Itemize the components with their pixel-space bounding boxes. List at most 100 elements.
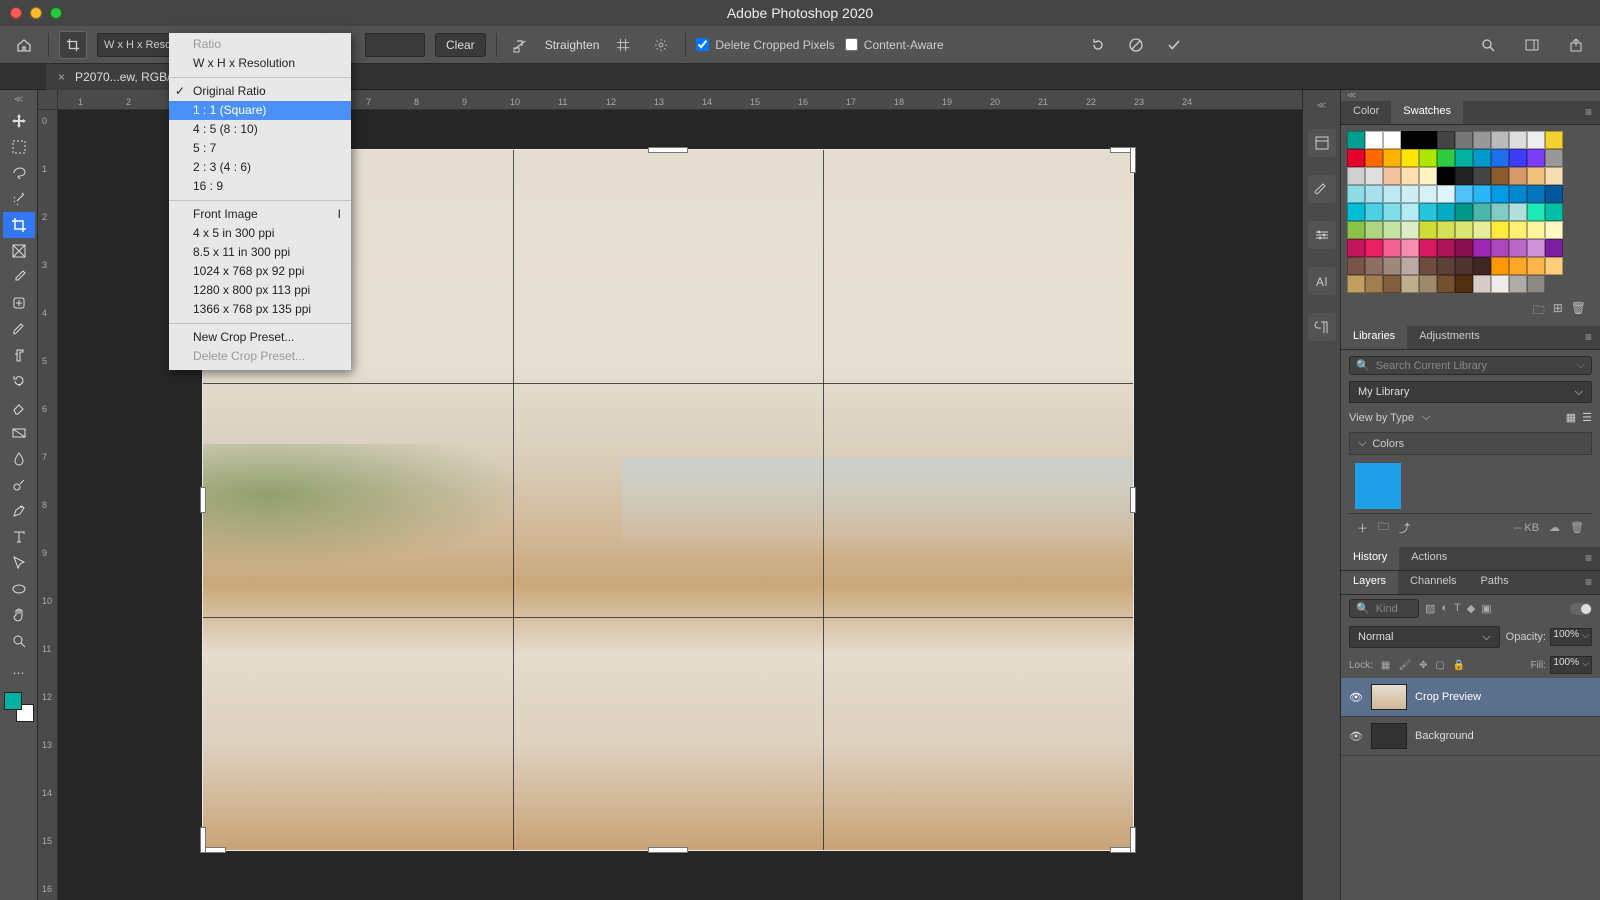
workspace-switcher-icon[interactable] bbox=[1518, 31, 1546, 59]
swatch[interactable] bbox=[1383, 239, 1401, 257]
swatch[interactable] bbox=[1455, 203, 1473, 221]
dodge-tool[interactable] bbox=[3, 472, 35, 498]
swatch[interactable] bbox=[1455, 185, 1473, 203]
tab-history[interactable]: History bbox=[1341, 547, 1399, 570]
swatch[interactable] bbox=[1509, 221, 1527, 239]
blend-mode-select[interactable]: Normal⌵ bbox=[1349, 626, 1500, 648]
clone-tool[interactable] bbox=[3, 342, 35, 368]
swatch[interactable] bbox=[1401, 149, 1419, 167]
ratio-menu-item[interactable]: 2 : 3 (4 : 6) bbox=[169, 158, 351, 177]
swatch[interactable] bbox=[1545, 257, 1563, 275]
ratio-menu-item[interactable]: 1366 x 768 px 135 ppi bbox=[169, 300, 351, 319]
swatch[interactable] bbox=[1509, 275, 1527, 293]
swatch[interactable] bbox=[1437, 239, 1455, 257]
healing-tool[interactable] bbox=[3, 290, 35, 316]
swatch[interactable] bbox=[1455, 275, 1473, 293]
swatch[interactable] bbox=[1437, 221, 1455, 239]
ratio-menu-item[interactable]: 4 : 5 (8 : 10) bbox=[169, 120, 351, 139]
swatch[interactable] bbox=[1419, 167, 1437, 185]
library-viewby-label[interactable]: View by Type bbox=[1349, 412, 1414, 424]
swatch[interactable] bbox=[1365, 239, 1383, 257]
layer-row[interactable]: 👁Crop Preview bbox=[1341, 678, 1600, 717]
brushes-panel-icon[interactable] bbox=[1308, 175, 1336, 203]
swatch[interactable] bbox=[1401, 203, 1419, 221]
swatch-new-icon[interactable]: ⊞ bbox=[1553, 301, 1563, 322]
lock-position-icon[interactable]: ✥ bbox=[1419, 660, 1427, 671]
tab-layers[interactable]: Layers bbox=[1341, 571, 1398, 594]
library-color-asset[interactable] bbox=[1355, 463, 1401, 509]
swatch[interactable] bbox=[1455, 167, 1473, 185]
ratio-menu-wxhres[interactable]: W x H x Resolution bbox=[169, 54, 351, 73]
ruler-origin[interactable] bbox=[38, 90, 58, 110]
lock-paint-icon[interactable]: 🖌 bbox=[1398, 660, 1411, 671]
swatch[interactable] bbox=[1437, 149, 1455, 167]
swatch[interactable] bbox=[1383, 167, 1401, 185]
cancel-crop-button[interactable] bbox=[1122, 31, 1150, 59]
swatch[interactable] bbox=[1419, 149, 1437, 167]
search-icon[interactable] bbox=[1474, 31, 1502, 59]
filter-pixel-icon[interactable]: ▧ bbox=[1425, 602, 1435, 615]
swatch[interactable] bbox=[1545, 167, 1563, 185]
brush-tool[interactable] bbox=[3, 316, 35, 342]
layer-name[interactable]: Background bbox=[1415, 730, 1474, 742]
swatch[interactable] bbox=[1419, 221, 1437, 239]
ratio-menu-item[interactable]: 1 : 1 (Square) bbox=[169, 101, 351, 120]
tab-libraries[interactable]: Libraries bbox=[1341, 326, 1407, 349]
swatch[interactable] bbox=[1419, 203, 1437, 221]
swatch[interactable] bbox=[1419, 239, 1437, 257]
swatch[interactable] bbox=[1491, 185, 1509, 203]
swatch[interactable] bbox=[1365, 185, 1383, 203]
swatch[interactable] bbox=[1419, 131, 1437, 149]
library-add-icon[interactable]: ＋ bbox=[1357, 520, 1368, 536]
crop-height-field[interactable] bbox=[365, 33, 425, 57]
swatch[interactable] bbox=[1365, 257, 1383, 275]
ratio-menu-item[interactable]: 4 x 5 in 300 ppi bbox=[169, 224, 351, 243]
layer-thumbnail[interactable] bbox=[1371, 684, 1407, 710]
swatch[interactable] bbox=[1455, 221, 1473, 239]
chevron-down-icon[interactable]: ⌵ bbox=[1577, 359, 1585, 372]
cloud-icon[interactable]: ☁ bbox=[1549, 521, 1560, 534]
swatch[interactable] bbox=[1419, 257, 1437, 275]
panel-menu-icon[interactable]: ≡ bbox=[1577, 547, 1600, 570]
swatch[interactable] bbox=[1365, 149, 1383, 167]
layer-row[interactable]: 👁 Background bbox=[1341, 717, 1600, 756]
swatch[interactable] bbox=[1545, 149, 1563, 167]
zoom-tool[interactable] bbox=[3, 628, 35, 654]
panel-menu-icon[interactable]: ≡ bbox=[1577, 326, 1600, 349]
swatch[interactable] bbox=[1473, 149, 1491, 167]
swatch[interactable] bbox=[1491, 239, 1509, 257]
swatch[interactable] bbox=[1509, 167, 1527, 185]
ratio-menu-item[interactable]: 5 : 7 bbox=[169, 139, 351, 158]
layer-name[interactable]: Crop Preview bbox=[1415, 691, 1481, 703]
swatch[interactable] bbox=[1455, 149, 1473, 167]
swatch[interactable] bbox=[1437, 275, 1455, 293]
grid-view-icon[interactable]: ▦ bbox=[1566, 411, 1576, 424]
character-panel-icon[interactable]: A bbox=[1308, 267, 1336, 295]
swatch[interactable] bbox=[1347, 185, 1365, 203]
ratio-menu-item[interactable]: ✓Original Ratio bbox=[169, 82, 351, 101]
tab-channels[interactable]: Channels bbox=[1398, 571, 1468, 594]
crop-tool[interactable] bbox=[3, 212, 35, 238]
panel-menu-icon[interactable]: ≡ bbox=[1577, 571, 1600, 594]
library-search-input[interactable]: 🔍 Search Current Library ⌵ bbox=[1349, 356, 1592, 375]
swatch[interactable] bbox=[1383, 185, 1401, 203]
swatch[interactable] bbox=[1365, 221, 1383, 239]
swatch[interactable] bbox=[1401, 131, 1419, 149]
swatch[interactable] bbox=[1401, 221, 1419, 239]
foreground-color-swatch[interactable] bbox=[4, 692, 22, 710]
library-selector[interactable]: My Library ⌵ bbox=[1349, 381, 1592, 403]
share-icon[interactable] bbox=[1562, 31, 1590, 59]
swatch[interactable] bbox=[1509, 257, 1527, 275]
tab-color[interactable]: Color bbox=[1341, 101, 1391, 124]
delete-cropped-checkbox[interactable]: Delete Cropped Pixels bbox=[696, 38, 834, 52]
path-select-tool[interactable] bbox=[3, 550, 35, 576]
layer-kind-filter[interactable]: 🔍 Kind bbox=[1349, 599, 1419, 618]
layer-visibility-icon[interactable]: 👁 bbox=[1349, 730, 1363, 743]
type-tool[interactable] bbox=[3, 524, 35, 550]
layer-thumbnail[interactable] bbox=[1371, 723, 1407, 749]
shape-tool[interactable] bbox=[3, 576, 35, 602]
filter-adjust-icon[interactable]: ◐ bbox=[1441, 602, 1448, 615]
swatch[interactable] bbox=[1491, 257, 1509, 275]
fill-field[interactable]: 100% bbox=[1550, 656, 1592, 674]
swatch[interactable] bbox=[1491, 275, 1509, 293]
